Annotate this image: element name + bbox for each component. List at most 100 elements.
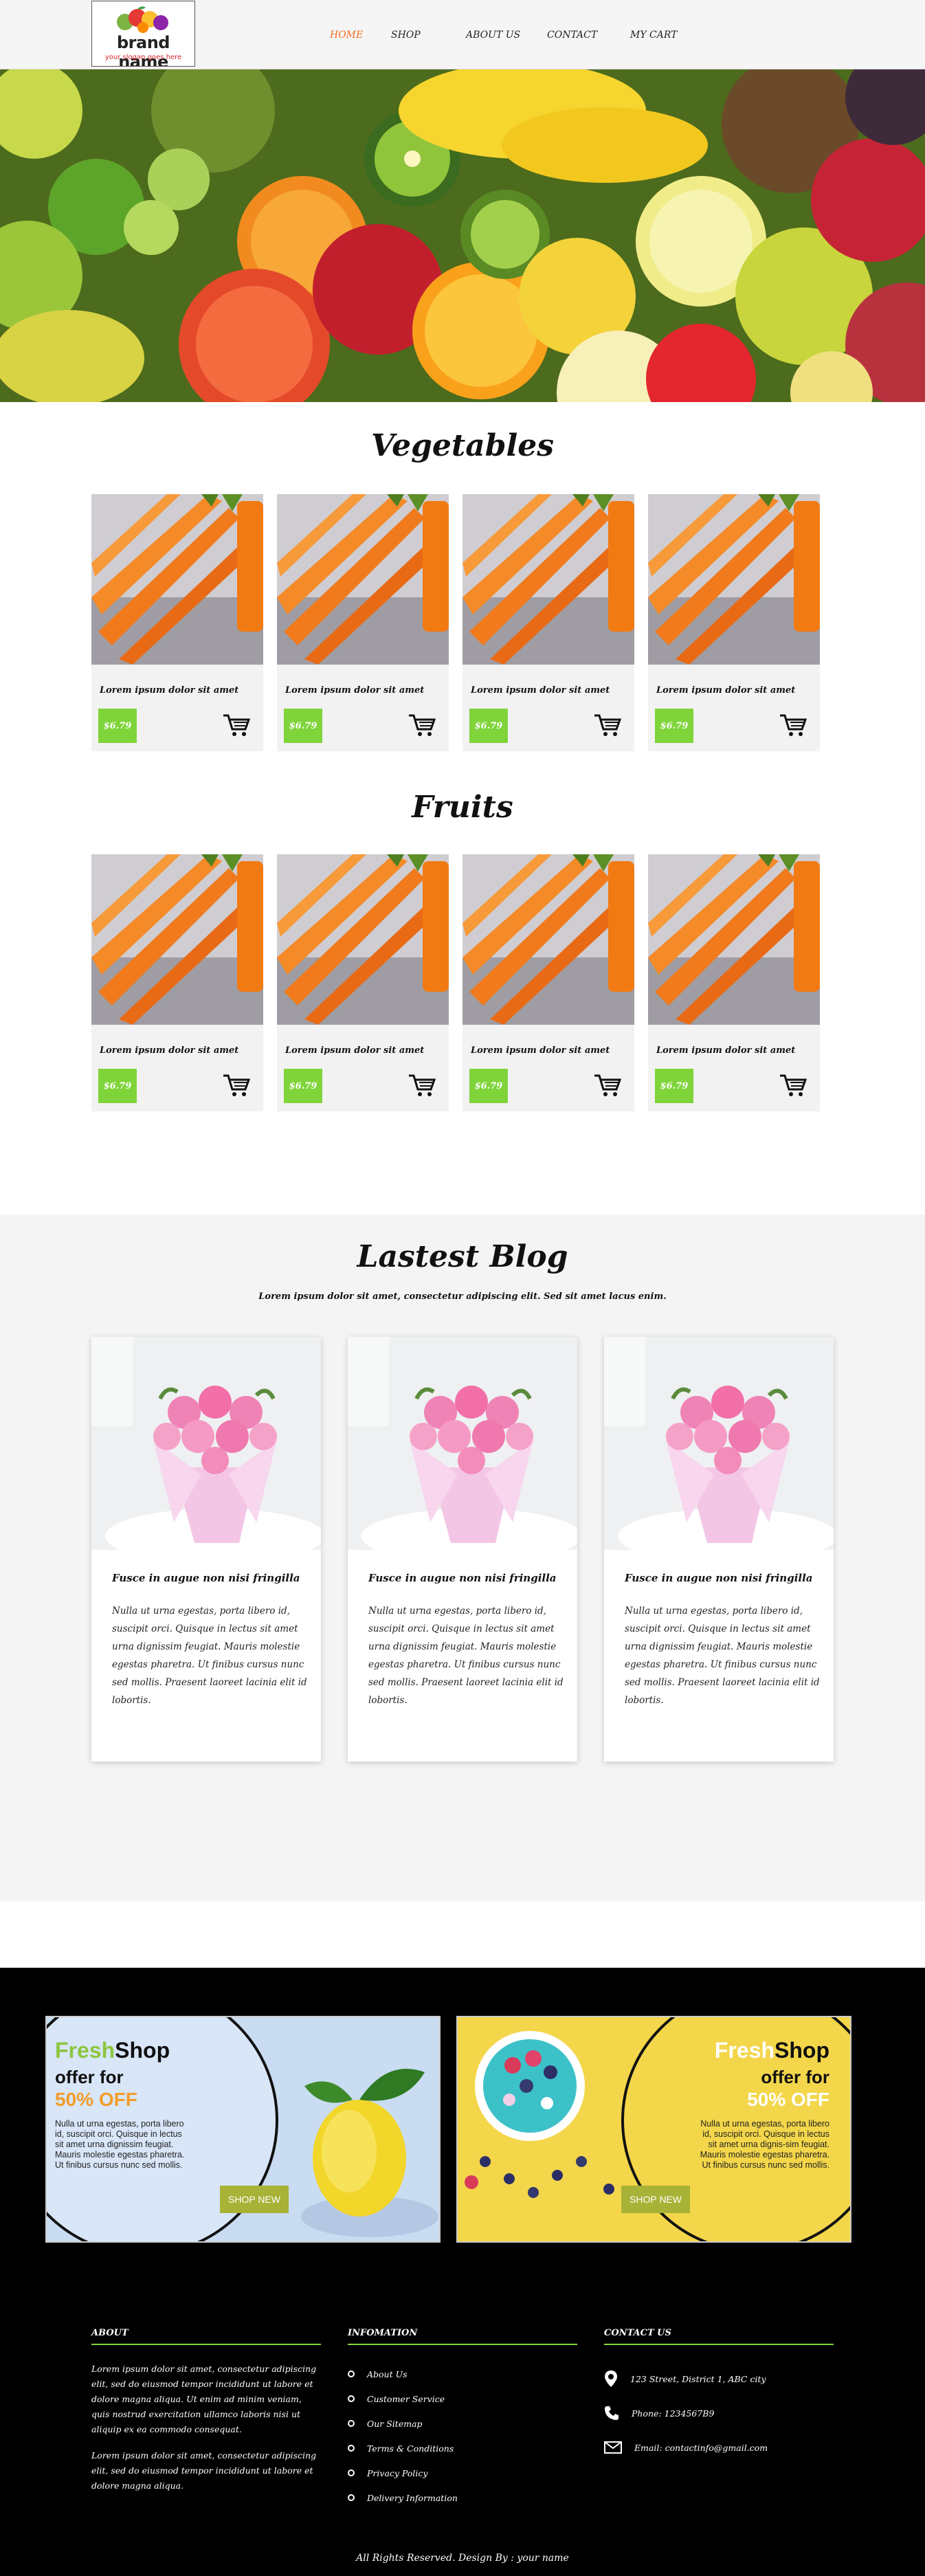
contact-email[interactable]: Email: contactinfo@gmail.com: [604, 2430, 834, 2465]
post-image[interactable]: [91, 1337, 321, 1550]
footer-link-label[interactable]: Customer Service: [367, 2394, 445, 2404]
carrot-image: [91, 854, 263, 1025]
post-image[interactable]: [348, 1337, 577, 1550]
footer-link-label[interactable]: About Us: [367, 2369, 408, 2379]
blog-posts: Fusce in augue non nisi fringilla Nulla …: [91, 1337, 834, 1762]
footer-link-label[interactable]: Delivery Information: [367, 2493, 458, 2503]
phone-text[interactable]: Phone: 1234567B9: [632, 2408, 714, 2419]
product-card[interactable]: Lorem ipsum dolor sit amet $6.79: [648, 494, 820, 751]
cart-icon[interactable]: [222, 1073, 251, 1098]
product-name[interactable]: Lorem ipsum dolor sit amet: [471, 1045, 610, 1056]
cart-icon[interactable]: [779, 713, 807, 737]
carrot-image: [648, 854, 820, 1025]
product-image[interactable]: [462, 854, 634, 1025]
product-image[interactable]: [648, 854, 820, 1025]
brand-slogan: your slogan goes here: [104, 53, 182, 61]
nav-shop[interactable]: SHOP: [391, 30, 466, 41]
cart-icon[interactable]: [779, 1073, 807, 1098]
footer-info-title: INFOMATION: [348, 2328, 577, 2345]
product-card[interactable]: Lorem ipsum dolor sit amet $6.79: [277, 854, 449, 1111]
footer-link-label[interactable]: Our Sitemap: [367, 2419, 423, 2429]
blog-post[interactable]: Fusce in augue non nisi fringilla Nulla …: [91, 1337, 321, 1762]
blog-section: Lastest Blog Lorem ipsum dolor sit amet,…: [0, 1214, 925, 1902]
footer-links: About Us Customer Service Our Sitemap Te…: [348, 2362, 577, 2510]
product-card[interactable]: Lorem ipsum dolor sit amet $6.79: [462, 494, 634, 751]
product-image[interactable]: [648, 494, 820, 665]
email-text[interactable]: Email: contactinfo@gmail.com: [634, 2443, 768, 2453]
vegetables-title: Vegetables: [371, 428, 554, 463]
blog-post[interactable]: Fusce in augue non nisi fringilla Nulla …: [348, 1337, 577, 1762]
promo-discount: 50% OFF: [747, 2089, 829, 2110]
contact-phone[interactable]: Phone: 1234567B9: [604, 2396, 834, 2430]
cart-icon[interactable]: [593, 1073, 622, 1098]
promo-brand-a: Fresh: [714, 2038, 775, 2063]
product-name[interactable]: Lorem ipsum dolor sit amet: [100, 685, 238, 696]
shop-new-button[interactable]: SHOP NEW: [220, 2186, 289, 2213]
carrot-image: [277, 494, 449, 665]
shop-new-button[interactable]: SHOP NEW: [621, 2186, 690, 2213]
product-price: $6.79: [469, 1069, 508, 1103]
footer-about-title: ABOUT: [91, 2328, 321, 2345]
promo-banner-smoothie[interactable]: FreshShop offer for 50% OFF Nulla ut urn…: [456, 2016, 851, 2243]
footer-contact-title: CONTACT US: [604, 2328, 834, 2345]
product-name[interactable]: Lorem ipsum dolor sit amet: [656, 685, 795, 696]
product-name[interactable]: Lorem ipsum dolor sit amet: [656, 1045, 795, 1056]
footer-link-terms[interactable]: Terms & Conditions: [348, 2436, 577, 2461]
product-card[interactable]: Lorem ipsum dolor sit amet $6.79: [91, 494, 263, 751]
product-card[interactable]: Lorem ipsum dolor sit amet $6.79: [648, 854, 820, 1111]
product-image[interactable]: [462, 494, 634, 665]
product-name[interactable]: Lorem ipsum dolor sit amet: [285, 1045, 424, 1056]
promo-brand-b: Shop: [115, 2038, 170, 2063]
cart-icon[interactable]: [593, 713, 622, 737]
blog-post[interactable]: Fusce in augue non nisi fringilla Nulla …: [604, 1337, 834, 1762]
promo-banner-lemon[interactable]: FreshShop offer for 50% OFF Nulla ut urn…: [45, 2016, 441, 2243]
product-image[interactable]: [91, 854, 263, 1025]
blog-title: Lastest Blog: [357, 1239, 568, 1274]
bullet-icon: [348, 2395, 355, 2402]
cart-icon[interactable]: [408, 1073, 436, 1098]
post-excerpt: Nulla ut urna egestas, porta libero id, …: [368, 1606, 564, 1706]
post-excerpt: Nulla ut urna egestas, porta libero id, …: [112, 1606, 307, 1706]
product-name[interactable]: Lorem ipsum dolor sit amet: [285, 685, 424, 696]
nav-home[interactable]: HOME: [330, 30, 391, 41]
product-price: $6.79: [284, 1069, 322, 1103]
product-price: $6.79: [655, 709, 693, 743]
contact-address: 123 Street, District 1, ABC city: [604, 2362, 834, 2396]
footer-link-delivery[interactable]: Delivery Information: [348, 2485, 577, 2510]
copyright: All Rights Reserved. Design By : your na…: [356, 2553, 569, 2564]
nav-my-cart[interactable]: MY CART: [630, 30, 685, 41]
nav-contact[interactable]: CONTACT: [547, 30, 630, 41]
brand-logo[interactable]: brand name your slogan goes here: [91, 0, 195, 67]
product-card[interactable]: Lorem ipsum dolor sit amet $6.79: [462, 854, 634, 1111]
rose-bouquet-image: [91, 1337, 321, 1550]
carrot-image: [462, 854, 634, 1025]
post-title[interactable]: Fusce in augue non nisi fringilla: [368, 1572, 557, 1584]
cart-icon[interactable]: [222, 713, 251, 737]
footer-link-label[interactable]: Privacy Policy: [367, 2468, 427, 2478]
footer-link-sitemap[interactable]: Our Sitemap: [348, 2411, 577, 2436]
product-price: $6.79: [98, 1069, 137, 1103]
footer-link-about[interactable]: About Us: [348, 2362, 577, 2386]
carrot-image: [648, 494, 820, 665]
product-image[interactable]: [277, 494, 449, 665]
promo-brand: FreshShop: [715, 2038, 829, 2063]
promo-offer: offer for: [55, 2067, 124, 2087]
product-price: $6.79: [469, 709, 508, 743]
product-image[interactable]: [91, 494, 263, 665]
footer-link-privacy[interactable]: Privacy Policy: [348, 2461, 577, 2485]
footer-link-label[interactable]: Terms & Conditions: [367, 2443, 454, 2454]
post-image[interactable]: [604, 1337, 834, 1550]
product-card[interactable]: Lorem ipsum dolor sit amet $6.79: [91, 854, 263, 1111]
post-title[interactable]: Fusce in augue non nisi fringilla: [625, 1572, 813, 1584]
product-name[interactable]: Lorem ipsum dolor sit amet: [100, 1045, 238, 1056]
footer-link-customer-service[interactable]: Customer Service: [348, 2386, 577, 2411]
post-title[interactable]: Fusce in augue non nisi fringilla: [112, 1572, 300, 1584]
location-pin-icon: [605, 2370, 617, 2387]
blog-subtitle: Lorem ipsum dolor sit amet, consectetur …: [258, 1291, 667, 1302]
product-name[interactable]: Lorem ipsum dolor sit amet: [471, 685, 610, 696]
cart-icon[interactable]: [408, 713, 436, 737]
product-card[interactable]: Lorem ipsum dolor sit amet $6.79: [277, 494, 449, 751]
nav-about-us[interactable]: ABOUT US: [466, 30, 547, 41]
product-image[interactable]: [277, 854, 449, 1025]
email-icon: [604, 2441, 622, 2454]
